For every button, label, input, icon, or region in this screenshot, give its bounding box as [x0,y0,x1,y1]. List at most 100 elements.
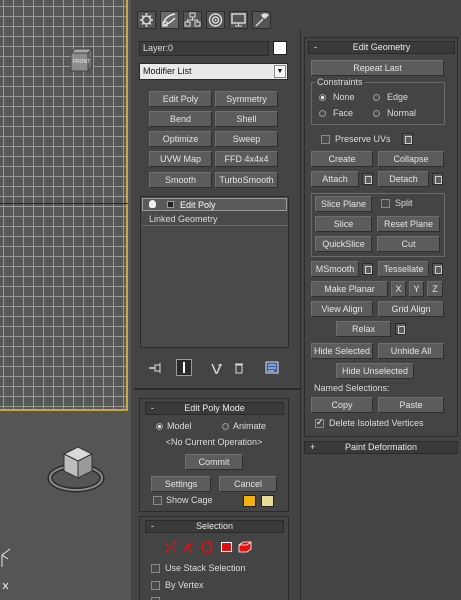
planar-x-button[interactable]: X [391,281,406,297]
constraint-normal-radio[interactable] [373,110,380,117]
current-operation-text: <No Current Operation> [165,437,263,447]
tessellate-settings-icon[interactable] [432,263,443,275]
viewport-grid[interactable] [0,0,128,411]
use-stack-selection-label: Use Stack Selection [165,563,246,573]
constraint-edge-radio[interactable] [373,94,380,101]
make-unique-icon[interactable] [211,362,223,374]
element-subobject-icon[interactable] [238,541,252,553]
hide-unselected-button[interactable]: Hide Unselected [336,363,414,379]
attach-button[interactable]: Attach [311,171,359,187]
modifier-list-dropdown[interactable]: Modifier List ▼ [139,63,288,80]
attach-settings-icon[interactable] [362,173,373,185]
planar-z-button[interactable]: Z [427,281,443,297]
planar-y-button[interactable]: Y [409,281,424,297]
collapse-icon: - [314,42,317,52]
constraint-none-radio[interactable] [319,94,326,101]
settings-button[interactable]: Settings [151,476,211,492]
remove-modifier-icon[interactable] [234,362,244,374]
expand-box-icon[interactable] [167,201,174,208]
slice-plane-button[interactable]: Slice Plane [315,196,372,212]
modifier-shell-button[interactable]: Shell [215,111,278,127]
copy-button[interactable]: Copy [311,397,373,413]
delete-isolated-vertices-checkbox[interactable] [315,417,324,428]
quickslice-button[interactable]: QuickSlice [315,236,372,252]
front-viewcube-icon[interactable]: FRONT [68,47,94,73]
stack-item-edit-poly[interactable]: Edit Poly [142,198,287,211]
msmooth-button[interactable]: MSmooth [311,261,359,277]
slice-button[interactable]: Slice [315,216,372,232]
paste-button[interactable]: Paste [378,397,444,413]
edge-subobject-icon[interactable] [183,541,195,553]
preserve-uvs-checkbox[interactable] [321,135,330,144]
edit-geometry-header[interactable]: - Edit Geometry [308,41,455,54]
modifier-edit-poly-button[interactable]: Edit Poly [149,91,212,107]
animate-radio[interactable] [222,423,229,430]
hierarchy-icon[interactable] [183,11,202,29]
cancel-button[interactable]: Cancel [219,476,277,492]
perspective-viewcube-icon[interactable] [46,440,106,495]
make-planar-button[interactable]: Make Planar [311,281,388,297]
polygon-subobject-icon[interactable] [221,542,232,552]
cage-selected-color-swatch[interactable] [261,495,274,507]
modify-icon[interactable] [160,11,179,29]
model-radio[interactable] [156,423,163,430]
viewport[interactable]: FRONT [0,0,131,600]
border-subobject-icon[interactable] [201,541,213,553]
by-vertex-label: By Vertex [165,580,204,590]
modifier-smooth-button[interactable]: Smooth [149,172,212,188]
paint-deformation-header[interactable]: + Paint Deformation [304,441,458,454]
repeat-last-button[interactable]: Repeat Last [311,60,444,76]
modifier-turbosmooth-button[interactable]: TurboSmooth [215,172,278,188]
rollout-title: Selection [195,521,234,531]
tessellate-button[interactable]: Tessellate [378,261,429,277]
lightbulb-icon[interactable] [149,200,156,208]
cage-color-swatch[interactable] [243,495,256,507]
modifier-symmetry-button[interactable]: Symmetry [215,91,278,107]
view-align-button[interactable]: View Align [311,301,373,317]
collapse-button[interactable]: Collapse [378,151,444,167]
modifier-stack[interactable]: Edit Poly Linked Geometry [140,196,289,348]
show-end-result-icon[interactable] [176,359,192,376]
chevron-down-icon[interactable]: ▼ [274,65,286,78]
split-checkbox[interactable] [381,199,390,208]
layer-field[interactable]: Layer:0 [139,41,269,56]
preserve-uvs-settings-icon[interactable] [402,133,413,145]
utilities-icon[interactable] [252,11,271,29]
command-panel: Layer:0 Modifier List ▼ Edit Poly Symmet… [134,0,300,600]
collapse-icon: - [151,403,154,413]
vertex-subobject-icon[interactable] [165,541,177,553]
commit-button[interactable]: Commit [185,454,243,470]
display-icon[interactable] [229,11,248,29]
pin-stack-icon[interactable] [148,362,162,374]
rollout-title: Edit Geometry [352,42,411,52]
detach-settings-icon[interactable] [432,173,443,185]
unhide-all-button[interactable]: Unhide All [378,343,444,359]
relax-button[interactable]: Relax [336,321,391,337]
use-stack-selection-checkbox[interactable] [151,564,160,573]
modifier-uvw-map-button[interactable]: UVW Map [149,151,212,167]
selection-header[interactable]: - Selection [145,520,284,533]
grid-align-button[interactable]: Grid Align [378,301,444,317]
hide-selected-button[interactable]: Hide Selected [311,343,373,359]
layer-color-swatch[interactable] [273,41,287,55]
modifier-optimize-button[interactable]: Optimize [149,131,212,147]
relax-settings-icon[interactable] [395,323,406,335]
by-vertex-checkbox[interactable] [151,581,160,590]
reset-plane-button[interactable]: Reset Plane [377,216,440,232]
constraint-face-radio[interactable] [319,110,326,117]
create-button[interactable]: Create [311,151,373,167]
show-cage-checkbox[interactable] [153,496,162,505]
modifier-ffd-button[interactable]: FFD 4x4x4 [215,151,278,167]
msmooth-settings-icon[interactable] [362,263,373,275]
cut-button[interactable]: Cut [377,236,440,252]
configure-modifier-sets-icon[interactable] [265,361,279,374]
constraint-edge-label: Edge [387,92,409,102]
modifier-sweep-button[interactable]: Sweep [215,131,278,147]
edit-poly-mode-header[interactable]: - Edit Poly Mode [145,402,284,415]
modifier-bend-button[interactable]: Bend [149,111,212,127]
viewcube-label: FRONT [73,59,91,65]
detach-button[interactable]: Detach [378,171,429,187]
motion-icon[interactable] [206,11,225,29]
create-icon[interactable] [137,11,156,29]
stack-item-linked-geometry[interactable]: Linked Geometry [142,213,287,226]
